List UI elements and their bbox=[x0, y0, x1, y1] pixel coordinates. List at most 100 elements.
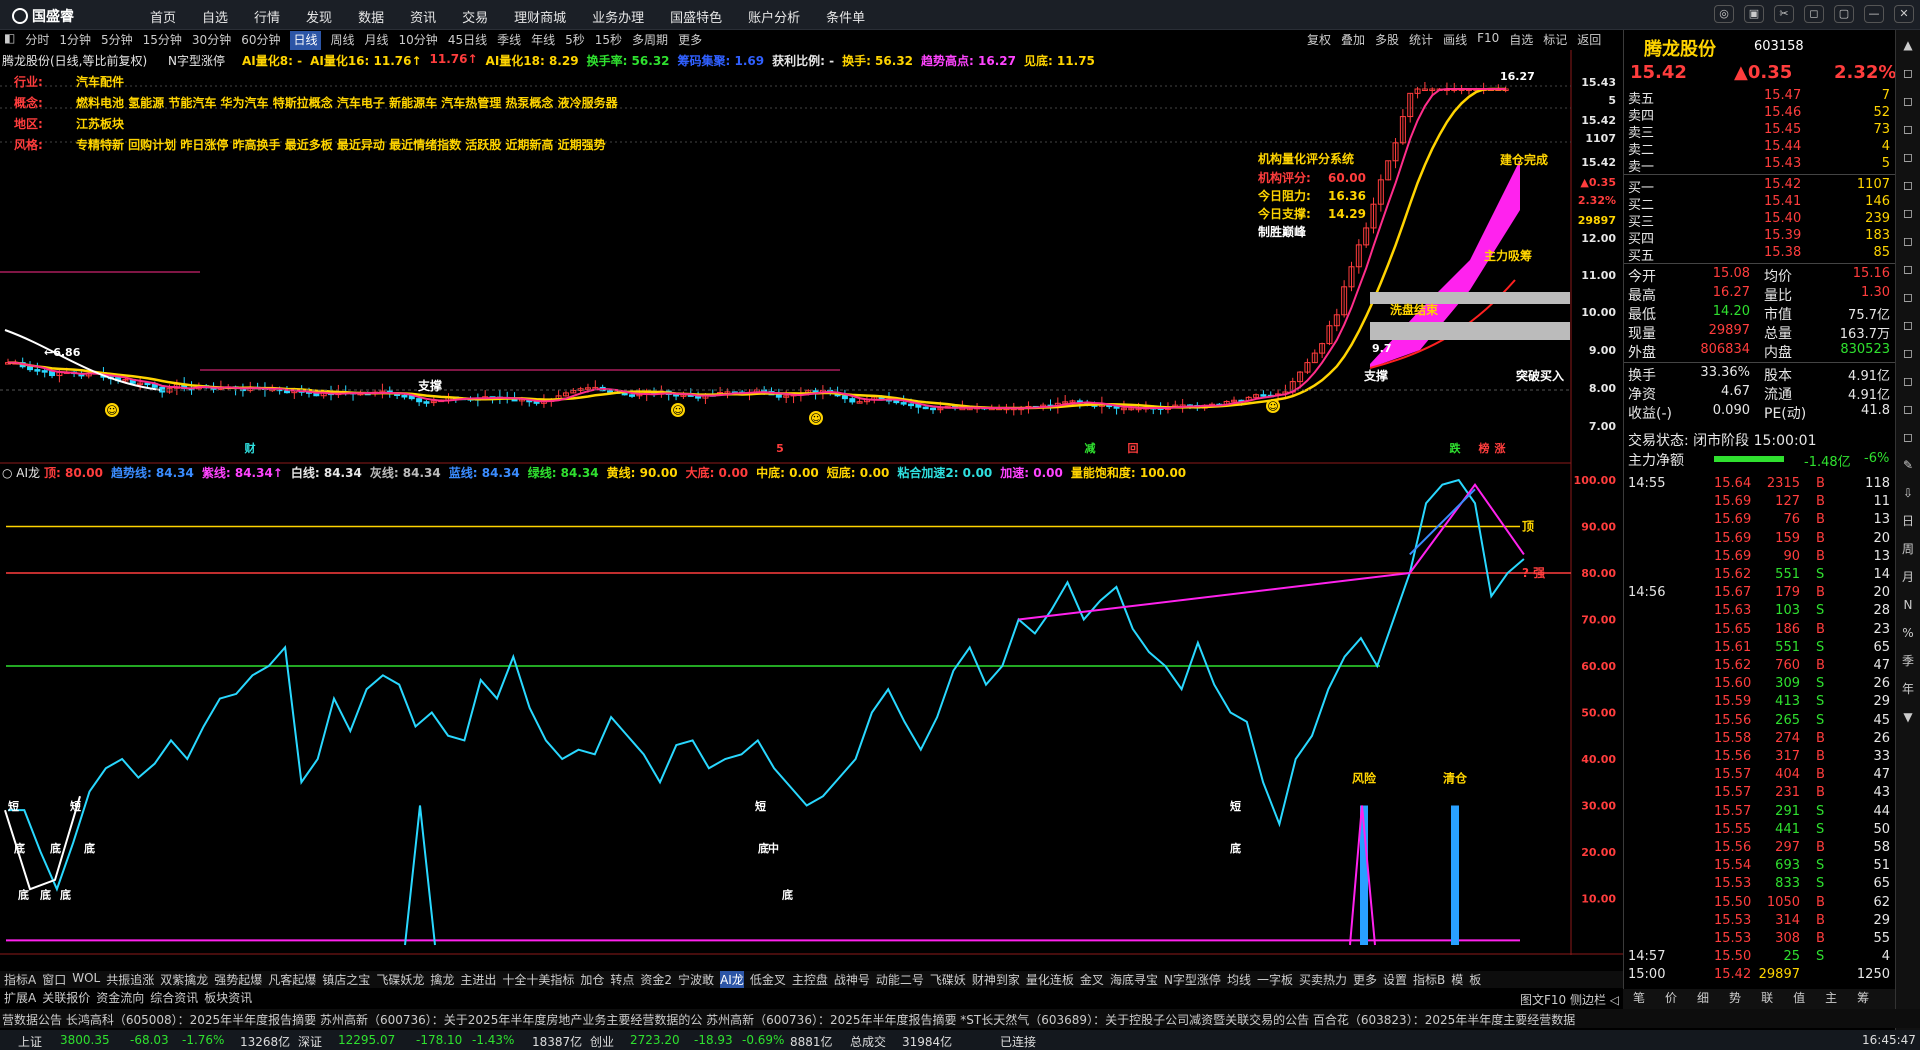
quote-tab[interactable]: 价 bbox=[1665, 989, 1677, 1009]
indicator-tab[interactable]: 动能二号 bbox=[876, 971, 924, 988]
news-ticker[interactable]: 营数据公告 长鸿高科（605008）：2025年半年度报告摘要 苏州高新（600… bbox=[0, 1009, 1920, 1028]
side-tool-icon[interactable]: ◻ bbox=[1896, 370, 1920, 394]
indicator-tab[interactable]: 量化连板 bbox=[1026, 971, 1074, 988]
indicator-tab[interactable]: 模 bbox=[1451, 971, 1463, 988]
side-tool-icon[interactable]: ✎ bbox=[1896, 454, 1920, 478]
indicator-tab[interactable]: 凡客起爆 bbox=[268, 971, 316, 988]
indicator-tab[interactable]: 买卖热力 bbox=[1299, 971, 1347, 988]
panel-tab[interactable]: 资金流向 bbox=[96, 989, 144, 1006]
side-tool-icon[interactable]: ◻ bbox=[1896, 258, 1920, 282]
menu-item-11[interactable]: 条件单 bbox=[826, 7, 865, 26]
period-tab[interactable]: 15分钟 bbox=[143, 31, 182, 50]
indicator-tab[interactable]: 战神号 bbox=[834, 971, 870, 988]
side-tool-icon[interactable]: ◻ bbox=[1896, 230, 1920, 254]
indicator-tab[interactable]: 加仓 bbox=[580, 971, 604, 988]
period-tab[interactable]: 30分钟 bbox=[192, 31, 231, 50]
quote-tab[interactable]: 主 bbox=[1825, 989, 1837, 1009]
window-control-icon[interactable]: ◎ bbox=[1714, 5, 1734, 23]
window-control-icon[interactable]: ▣ bbox=[1744, 5, 1764, 23]
toolbar-button[interactable]: 统计 bbox=[1409, 31, 1433, 48]
quote-tab[interactable]: 细 bbox=[1697, 989, 1709, 1009]
side-tool-icon[interactable]: ◻ bbox=[1896, 398, 1920, 422]
period-tab[interactable]: 10分钟 bbox=[399, 31, 438, 50]
quote-tab[interactable]: 笔 bbox=[1633, 989, 1645, 1009]
side-tool-icon[interactable]: ◻ bbox=[1896, 286, 1920, 310]
window-control-icon[interactable]: ✂ bbox=[1774, 5, 1794, 23]
panel-toggle-icon[interactable]: ◧ bbox=[4, 31, 15, 50]
menu-item-9[interactable]: 国盛特色 bbox=[670, 7, 722, 26]
indicator-tab[interactable]: 转点 bbox=[610, 971, 634, 988]
indicator-tab[interactable]: 均线 bbox=[1227, 971, 1251, 988]
menu-item-0[interactable]: 首页 bbox=[150, 7, 176, 26]
indicator-tab[interactable]: N字型涨停 bbox=[1164, 971, 1221, 988]
quote-tab[interactable]: 值 bbox=[1793, 989, 1805, 1009]
toolbar-button[interactable]: 复权 bbox=[1307, 31, 1331, 48]
indicator-tab[interactable]: 强势起爆 bbox=[214, 971, 262, 988]
indicator-tab[interactable]: 指标A bbox=[4, 971, 36, 988]
period-tab[interactable]: 月线 bbox=[365, 31, 389, 50]
indicator-tab[interactable]: 海底寻宝 bbox=[1110, 971, 1158, 988]
period-tab[interactable]: 分时 bbox=[25, 31, 49, 50]
window-control-icon[interactable]: ◻ bbox=[1804, 5, 1824, 23]
indicator-tab[interactable]: 板 bbox=[1469, 971, 1481, 988]
indicator-tab[interactable]: WOL bbox=[72, 971, 100, 988]
news-ticker-text[interactable]: 营数据公告 长鸿高科（605008）：2025年半年度报告摘要 苏州高新（600… bbox=[2, 1011, 1575, 1028]
period-tab[interactable]: 60分钟 bbox=[241, 31, 280, 50]
menu-item-8[interactable]: 业务办理 bbox=[592, 7, 644, 26]
indicator-tab[interactable]: 资金2 bbox=[640, 971, 672, 988]
toolbar-button[interactable]: 自选 bbox=[1509, 31, 1533, 48]
side-tool-icon[interactable]: 月 bbox=[1896, 566, 1920, 590]
period-tab[interactable]: 周线 bbox=[331, 31, 355, 50]
main-indicator-name[interactable]: N字型涨停 bbox=[168, 52, 225, 69]
menu-item-2[interactable]: 行情 bbox=[254, 7, 280, 26]
indicator-tab[interactable]: 宁波敢 bbox=[678, 971, 714, 988]
menu-item-10[interactable]: 账户分析 bbox=[748, 7, 800, 26]
period-tab[interactable]: 季线 bbox=[497, 31, 521, 50]
side-tool-icon[interactable]: ◻ bbox=[1896, 174, 1920, 198]
menu-item-4[interactable]: 数据 bbox=[358, 7, 384, 26]
side-tool-icon[interactable]: ◻ bbox=[1896, 342, 1920, 366]
side-tool-icon[interactable]: % bbox=[1896, 622, 1920, 646]
indicator-tab[interactable]: 十全十美指标 bbox=[502, 971, 574, 988]
side-tool-icon[interactable]: ▼ bbox=[1896, 706, 1920, 730]
toolbar-button[interactable]: 叠加 bbox=[1341, 31, 1365, 48]
period-tab[interactable]: 5秒 bbox=[565, 31, 585, 50]
period-tab[interactable]: 日线 bbox=[290, 31, 321, 50]
menu-item-1[interactable]: 自选 bbox=[202, 7, 228, 26]
quote-tab[interactable]: 势 bbox=[1729, 989, 1741, 1009]
chart-svg[interactable]: 15.43 5 15.42 1107 15.42 ▲0.35 2.32% 29897 12.00… bbox=[0, 50, 1623, 970]
window-control-icon[interactable]: — bbox=[1864, 5, 1884, 23]
toolbar-button[interactable]: 多股 bbox=[1375, 31, 1399, 48]
side-tool-icon[interactable]: ◻ bbox=[1896, 146, 1920, 170]
side-tool-icon[interactable]: ◻ bbox=[1896, 426, 1920, 450]
chart-area[interactable]: 15.43 5 15.42 1107 15.42 ▲0.35 2.32% 29897 12.00… bbox=[0, 50, 1623, 970]
period-tab[interactable]: 年线 bbox=[531, 31, 555, 50]
toolbar-button[interactable]: F10 bbox=[1477, 31, 1499, 48]
side-tool-icon[interactable]: 日 bbox=[1896, 510, 1920, 534]
indicator-tab[interactable]: 金叉 bbox=[1080, 971, 1104, 988]
side-panel-toggle[interactable]: 图文F10 侧边栏 ◁ bbox=[1520, 991, 1619, 1008]
side-tool-icon[interactable]: ◻ bbox=[1896, 118, 1920, 142]
indicator-tab[interactable]: 低金叉 bbox=[750, 971, 786, 988]
period-tab[interactable]: 5分钟 bbox=[101, 31, 133, 50]
toolbar-button[interactable]: 标记 bbox=[1543, 31, 1567, 48]
indicator-tab[interactable]: 更多 bbox=[1353, 971, 1377, 988]
indicator-tab[interactable]: 飞碟妖龙 bbox=[376, 971, 424, 988]
period-tab[interactable]: 1分钟 bbox=[59, 31, 91, 50]
side-tool-icon[interactable]: 周 bbox=[1896, 538, 1920, 562]
period-tab[interactable]: 15秒 bbox=[595, 31, 622, 50]
indicator-tab[interactable]: 窗口 bbox=[42, 971, 66, 988]
menu-item-7[interactable]: 理财商城 bbox=[514, 7, 566, 26]
indicator-tab[interactable]: 镇店之宝 bbox=[322, 971, 370, 988]
side-tool-icon[interactable]: ◻ bbox=[1896, 62, 1920, 86]
menu-item-6[interactable]: 交易 bbox=[462, 7, 488, 26]
quote-tab[interactable]: 筹 bbox=[1857, 989, 1869, 1009]
menu-item-3[interactable]: 发现 bbox=[306, 7, 332, 26]
indicator-tab[interactable]: 擒龙 bbox=[430, 971, 454, 988]
side-tool-icon[interactable]: ◻ bbox=[1896, 202, 1920, 226]
indicator-tab[interactable]: 主控盘 bbox=[792, 971, 828, 988]
indicator-tab[interactable]: 指标B bbox=[1413, 971, 1445, 988]
indicator-tab[interactable]: 双紫擒龙 bbox=[160, 971, 208, 988]
period-tab[interactable]: 多周期 bbox=[632, 31, 668, 50]
menu-item-5[interactable]: 资讯 bbox=[410, 7, 436, 26]
